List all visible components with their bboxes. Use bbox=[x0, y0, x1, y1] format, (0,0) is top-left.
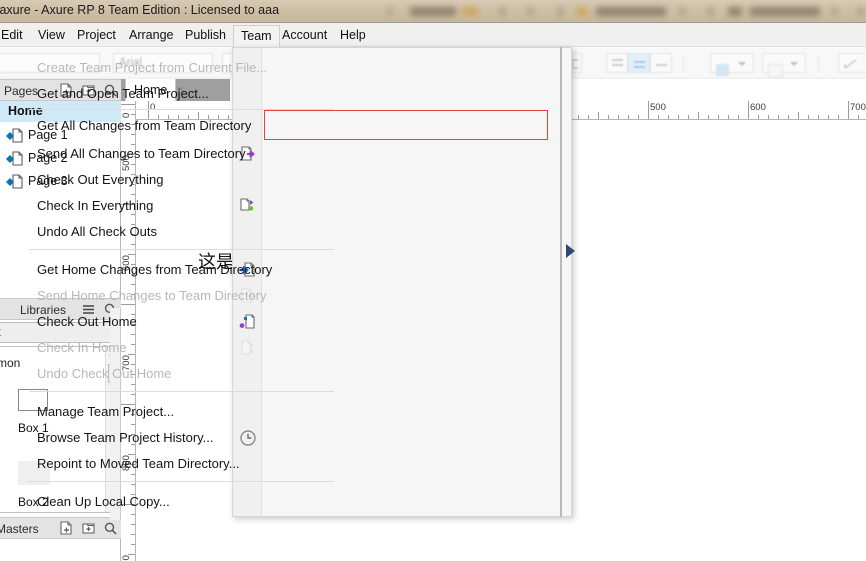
ruler-tick bbox=[728, 115, 729, 119]
chevron-down-icon bbox=[738, 62, 746, 66]
menu-item-check-out-home[interactable]: Check Out Home bbox=[29, 309, 338, 335]
menu-team[interactable]: Team bbox=[233, 25, 280, 47]
menu-item-undo-check-out-home: Undo Check Out Home bbox=[37, 366, 172, 381]
ruler-label: 500 bbox=[650, 102, 666, 113]
menu-bar: Edit View Project Arrange Publish Team A… bbox=[0, 23, 866, 47]
page-icon bbox=[6, 174, 24, 189]
ruler-tick bbox=[818, 115, 819, 119]
menu-item-create-team-project: Create Team Project from Current File... bbox=[37, 60, 268, 75]
menu-item-send-all-changes[interactable]: Send All Changes to Team Directory bbox=[29, 141, 338, 167]
masters-panel-header: Masters bbox=[0, 517, 121, 539]
line-style-button[interactable] bbox=[838, 53, 866, 73]
ruler-tick bbox=[648, 101, 649, 119]
ruler-tick bbox=[748, 101, 749, 119]
align-top-button[interactable] bbox=[606, 53, 628, 73]
ruler-tick bbox=[738, 115, 739, 119]
ruler-tick bbox=[718, 115, 719, 119]
menu-separator bbox=[29, 481, 334, 482]
menu-item-browse-history[interactable]: Browse Team Project History... bbox=[29, 425, 338, 451]
ruler-tick bbox=[808, 115, 809, 119]
menu-item-send-home-changes: Send Home Changes to Team Directory bbox=[37, 288, 267, 303]
ruler-tick bbox=[628, 115, 629, 119]
ruler-tick bbox=[578, 115, 579, 119]
menu-item-manage-team-project[interactable]: Manage Team Project... bbox=[29, 399, 338, 425]
masters-panel-title: Masters bbox=[0, 522, 39, 536]
ruler-tick bbox=[848, 101, 849, 119]
shadow-button[interactable] bbox=[762, 53, 806, 78]
ruler-tick bbox=[828, 115, 829, 119]
ruler-label: 600 bbox=[750, 102, 766, 113]
ruler-tick bbox=[838, 115, 839, 119]
menu-help[interactable]: Help bbox=[333, 25, 373, 45]
title-bar: taxure - Axure RP 8 Team Edition : Licen… bbox=[0, 0, 866, 23]
menu-view[interactable]: View bbox=[31, 25, 72, 45]
chevron-down-icon bbox=[790, 62, 798, 66]
align-bottom-button[interactable] bbox=[650, 53, 672, 73]
ruler-tick bbox=[638, 115, 639, 119]
menu-project[interactable]: Project bbox=[70, 25, 123, 45]
ruler-label: 700 bbox=[850, 102, 866, 113]
menu-item-check-in-home: Check In Home bbox=[37, 340, 127, 355]
ruler-tick bbox=[131, 484, 135, 485]
menu-item-get-all-changes[interactable]: Get All Changes from Team Directory bbox=[29, 113, 338, 139]
ruler-tick bbox=[798, 112, 799, 119]
ruler-tick bbox=[758, 115, 759, 119]
menu-item-get-and-open[interactable]: Get and Open Team Project... bbox=[29, 81, 338, 107]
page-icon bbox=[6, 151, 24, 166]
search-icon[interactable] bbox=[103, 521, 118, 536]
ruler-tick bbox=[131, 544, 135, 545]
ruler-tick bbox=[778, 115, 779, 119]
menu-right-border bbox=[560, 47, 562, 517]
add-page-icon[interactable] bbox=[59, 521, 74, 536]
ruler-tick bbox=[618, 115, 619, 119]
menu-separator bbox=[29, 391, 334, 392]
menu-separator bbox=[29, 249, 334, 250]
background-window-blur bbox=[380, 0, 866, 22]
menu-item-undo-all-check-outs[interactable]: Undo All Check Outs bbox=[29, 219, 338, 245]
menu-item-check-out-everything[interactable]: Check Out Everything bbox=[29, 167, 338, 193]
window-title: taxure - Axure RP 8 Team Edition : Licen… bbox=[0, 3, 280, 17]
ruler-tick bbox=[788, 115, 789, 119]
shadow-swatch bbox=[768, 64, 783, 78]
fill-swatch bbox=[716, 64, 729, 76]
library-group-label: mmon bbox=[0, 356, 21, 370]
ruler-label: 900 bbox=[121, 555, 132, 561]
menu-item-get-home-changes[interactable]: Get Home Changes from Team Directory bbox=[29, 257, 338, 283]
ruler-tick bbox=[598, 112, 599, 119]
menu-separator bbox=[29, 109, 334, 110]
ruler-tick bbox=[858, 115, 859, 119]
page-icon bbox=[6, 128, 24, 143]
ruler-tick bbox=[608, 115, 609, 119]
menu-item-clean-up-local-copy[interactable]: Clean Up Local Copy... bbox=[29, 489, 338, 515]
menu-item-repoint-directory[interactable]: Repoint to Moved Team Directory... bbox=[29, 451, 338, 477]
add-folder-icon[interactable] bbox=[81, 521, 96, 536]
ruler-tick bbox=[658, 115, 659, 119]
ruler-tick bbox=[131, 534, 135, 535]
ruler-tick bbox=[688, 115, 689, 119]
menu-item-check-in-everything[interactable]: Check In Everything bbox=[29, 193, 338, 219]
menu-arrange[interactable]: Arrange bbox=[122, 25, 180, 45]
ruler-tick bbox=[131, 524, 135, 525]
fill-color-button[interactable] bbox=[710, 53, 754, 76]
menu-publish[interactable]: Publish bbox=[178, 25, 233, 45]
ruler-tick bbox=[708, 115, 709, 119]
ruler-tick bbox=[768, 115, 769, 119]
ruler-tick bbox=[588, 115, 589, 119]
ruler-tick bbox=[678, 115, 679, 119]
menu-edit[interactable]: Edit bbox=[0, 25, 30, 45]
align-middle-button[interactable] bbox=[628, 53, 650, 73]
menu-account[interactable]: Account bbox=[275, 25, 334, 45]
cursor-arrow-marker bbox=[566, 244, 575, 258]
ruler-tick bbox=[668, 115, 669, 119]
ruler-tick bbox=[131, 394, 135, 395]
ruler-tick bbox=[698, 112, 699, 119]
